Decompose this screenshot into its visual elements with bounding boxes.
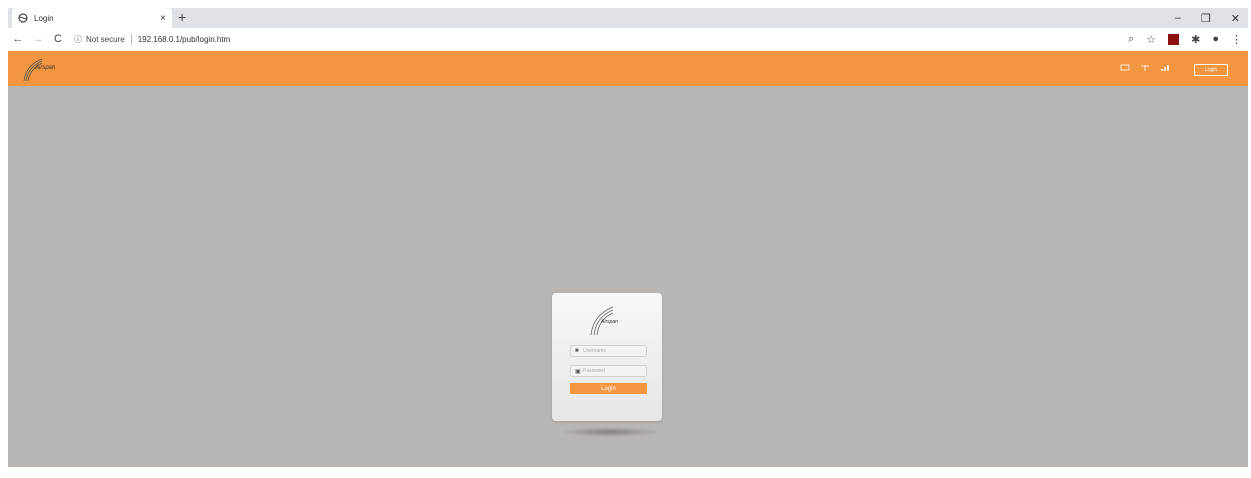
page-content: Airspan Login Airspan ■ Username ▣ Login <box>8 51 1248 467</box>
password-input[interactable] <box>583 368 643 374</box>
app-header: Airspan Login <box>8 51 1248 86</box>
restore-icon[interactable]: ❐ <box>1201 12 1211 25</box>
close-window-icon[interactable]: ✕ <box>1231 12 1240 25</box>
login-card-shadow <box>560 427 660 437</box>
profile-icon[interactable]: ● <box>1212 33 1219 45</box>
forward-icon[interactable]: → <box>28 33 48 45</box>
username-input[interactable] <box>583 348 643 354</box>
header-icons <box>1120 64 1170 72</box>
signal-icon[interactable] <box>1160 64 1170 72</box>
new-tab-button[interactable]: + <box>178 9 186 25</box>
back-icon[interactable]: ← <box>8 33 28 45</box>
login-card: Airspan ■ ▣ Login <box>552 293 662 421</box>
close-tab-icon[interactable]: × <box>160 13 166 24</box>
minimize-icon[interactable]: – <box>1175 12 1181 24</box>
address-bar[interactable]: ⓘ Not secure 192.168.0.1/pub/login.htm <box>74 33 231 45</box>
pdf-extension-icon[interactable] <box>1168 33 1180 45</box>
lock-icon: ▣ <box>575 368 581 375</box>
zoom-icon[interactable]: ⌕ <box>1128 33 1134 46</box>
login-button[interactable]: Login <box>570 383 647 394</box>
url-text[interactable]: 192.168.0.1/pub/login.htm <box>138 35 231 44</box>
user-icon: ■ <box>575 348 579 354</box>
tab-strip: Login × + – ❐ ✕ <box>8 8 1248 28</box>
monitor-icon[interactable] <box>1120 64 1130 72</box>
browser-toolbar: ← → C ⓘ Not secure 192.168.0.1/pub/login… <box>8 28 1248 50</box>
airspan-logo: Airspan <box>22 57 72 83</box>
globe-icon <box>18 13 28 23</box>
password-field[interactable]: ▣ <box>570 365 647 377</box>
reload-icon[interactable]: C <box>48 33 68 45</box>
tab-login[interactable]: Login × <box>12 8 172 28</box>
browser-window: Login × + – ❐ ✕ ← → C ⓘ Not secure 192.1… <box>0 0 1251 478</box>
menu-icon[interactable]: ⋮ <box>1231 33 1242 46</box>
bookmark-star-icon[interactable]: ☆ <box>1146 33 1156 46</box>
window-controls: – ❐ ✕ <box>1175 8 1240 28</box>
security-indicator[interactable]: ⓘ Not secure <box>74 33 132 45</box>
toolbar-actions: ⌕ ☆ ✱ ● ⋮ <box>1128 28 1242 50</box>
security-label: Not secure <box>86 34 125 44</box>
login-logo: Airspan <box>585 305 635 337</box>
header-login-button[interactable]: Login <box>1194 64 1228 76</box>
extensions-puzzle-icon[interactable]: ✱ <box>1191 33 1200 46</box>
login-brand-text: Airspan <box>601 319 618 325</box>
tab-title: Login <box>34 13 54 23</box>
info-icon: ⓘ <box>74 34 82 44</box>
language-icon[interactable] <box>1140 64 1150 72</box>
username-field[interactable]: ■ <box>570 345 647 357</box>
header-brand-text: Airspan <box>35 65 56 71</box>
